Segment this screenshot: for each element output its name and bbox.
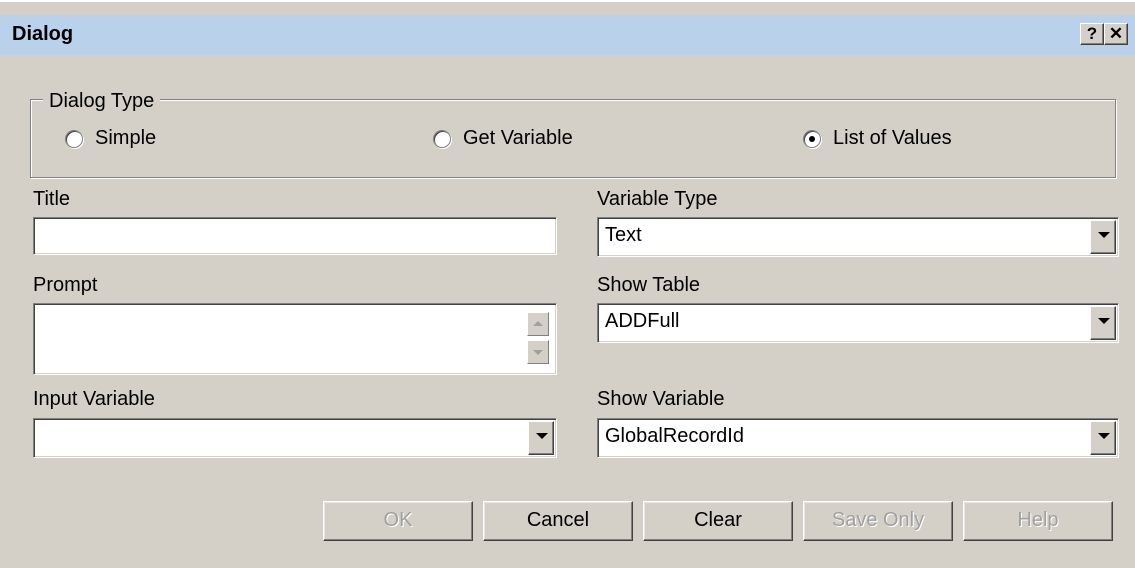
input-variable-label: Input Variable	[33, 388, 155, 410]
dialog-window: Dialog ? ✕ Dialog Type Simple Get Variab…	[0, 0, 1135, 568]
prompt-label: Prompt	[33, 274, 98, 296]
question-mark-icon: ?	[1086, 24, 1098, 43]
arrow-up-icon[interactable]	[527, 312, 549, 336]
show-table-select[interactable]: ADDFull	[597, 303, 1119, 343]
radio-circle-icon	[433, 129, 451, 148]
arrow-down-icon[interactable]	[527, 340, 549, 364]
title-bar[interactable]: Dialog ? ✕	[0, 15, 1135, 55]
chevron-down-icon[interactable]	[528, 421, 554, 455]
show-variable-label: Show Variable	[597, 388, 725, 410]
radio-get-variable[interactable]: Get Variable	[433, 127, 573, 150]
window-title: Dialog	[12, 23, 74, 45]
save-only-button[interactable]: Save Only	[803, 501, 953, 541]
cancel-button[interactable]: Cancel	[483, 501, 633, 541]
radio-circle-icon	[65, 129, 83, 148]
close-icon: ✕	[1108, 24, 1124, 43]
input-variable-select[interactable]	[33, 418, 557, 458]
dialog-type-group	[30, 99, 1116, 178]
radio-simple-label: Simple	[95, 127, 157, 149]
variable-type-label: Variable Type	[597, 188, 718, 210]
ok-button[interactable]: OK	[323, 501, 473, 541]
chevron-down-icon[interactable]	[1090, 220, 1116, 254]
radio-simple[interactable]: Simple	[65, 127, 156, 150]
show-table-label: Show Table	[597, 274, 701, 296]
help-button[interactable]: Help	[963, 501, 1113, 541]
dialog-type-legend: Dialog Type	[43, 90, 161, 113]
chevron-down-icon[interactable]	[1090, 421, 1116, 455]
prompt-textarea[interactable]	[33, 303, 557, 375]
chevron-down-icon[interactable]	[1090, 306, 1116, 340]
title-input[interactable]	[33, 217, 557, 255]
help-caption-button[interactable]: ?	[1080, 23, 1104, 45]
show-variable-select[interactable]: GlobalRecordId	[597, 418, 1119, 458]
radio-list-of-values-label: List of Values	[833, 127, 952, 149]
radio-get-variable-label: Get Variable	[463, 127, 573, 149]
title-label: Title	[33, 188, 71, 210]
variable-type-select[interactable]: Text	[597, 217, 1119, 257]
clear-button[interactable]: Clear	[643, 501, 793, 541]
close-button[interactable]: ✕	[1104, 23, 1128, 45]
radio-list-of-values[interactable]: List of Values	[803, 127, 952, 150]
radio-circle-icon	[803, 129, 821, 148]
